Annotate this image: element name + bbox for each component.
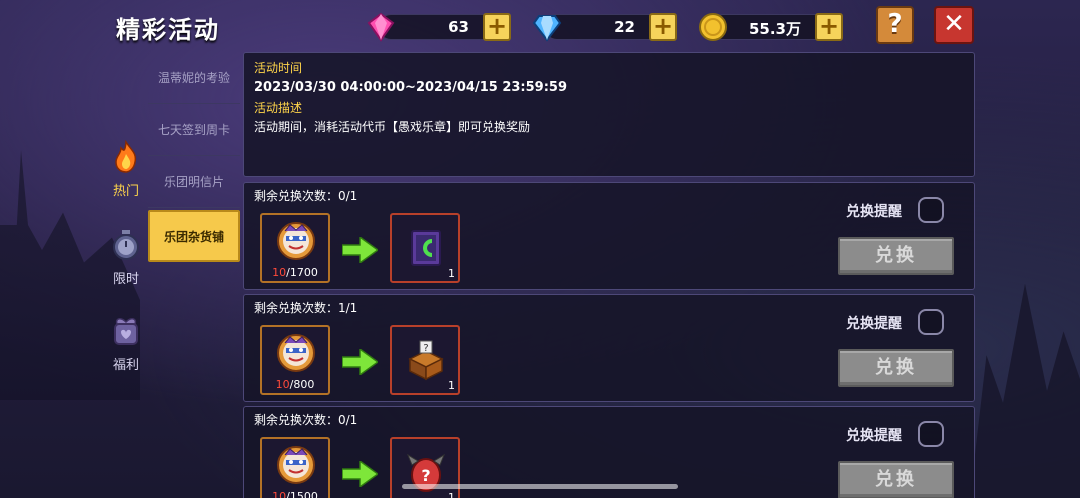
category-limited[interactable]: 限时 (104, 228, 148, 287)
close-button[interactable]: ✕ (934, 6, 974, 44)
gems-counter: 63 + (367, 12, 511, 42)
cost-count: 10/1500 (262, 490, 328, 498)
required-amount: /800 (289, 378, 315, 391)
add-gold-button[interactable]: + (815, 13, 843, 41)
activity-desc-heading: 活动描述 (254, 101, 303, 115)
remaining-count: 剩余兑换次数：1/1 (254, 301, 358, 315)
exchange-remind-label: 兑换提醒 (846, 316, 902, 332)
exchange-button[interactable]: 兑换 (838, 349, 954, 387)
jester-token-icon (277, 334, 315, 372)
add-gems-button[interactable]: + (483, 13, 511, 41)
activity-info-panel: 活动时间 2023/03/30 04:00:00~2023/04/15 23:5… (243, 52, 975, 177)
green-book-icon (411, 230, 441, 266)
home-indicator[interactable] (402, 484, 678, 489)
exchange-button[interactable]: 兑换 (838, 461, 954, 498)
cost-count: 10/800 (262, 378, 328, 391)
subtab-seven-day-card[interactable]: 七天签到周卡 (148, 104, 240, 156)
svg-text:?: ? (423, 343, 428, 354)
subtab-band-postcard[interactable]: 乐团明信片 (148, 156, 240, 208)
category-welfare[interactable]: 福利 (104, 314, 148, 373)
activity-time-value: 2023/03/30 04:00:00~2023/04/15 23:59:59 (254, 80, 568, 95)
gold-coin-icon (699, 13, 727, 41)
exchange-button[interactable]: 兑换 (838, 237, 954, 275)
help-button[interactable]: ? (876, 6, 914, 44)
page-title: 精彩活动 (116, 16, 220, 44)
category-welfare-label: 福利 (112, 358, 139, 373)
subtab-undine-trial[interactable]: 温蒂妮的考验 (148, 52, 240, 104)
add-diamonds-button[interactable]: + (649, 13, 677, 41)
category-hot[interactable]: 热门 (104, 139, 148, 199)
stopwatch-icon (113, 230, 139, 260)
owned-amount: 10 (275, 378, 290, 391)
cost-slot[interactable]: 10/800 (260, 325, 330, 395)
exchange-remind-checkbox[interactable] (918, 309, 944, 335)
blue-diamond-icon (532, 15, 562, 42)
pink-gem-icon (367, 12, 395, 42)
reward-quantity: 1 (448, 267, 455, 280)
remaining-count: 剩余兑换次数：0/1 (254, 189, 358, 203)
reward-slot[interactable]: 1 (390, 213, 460, 283)
exchange-card-1: 剩余兑换次数：0/1 10/1700 1 兑换提醒 兑换 (243, 182, 975, 290)
activity-time-heading: 活动时间 (254, 61, 303, 75)
activity-desc-value: 活动期间，消耗活动代币【愚戏乐章】即可兑换奖励 (254, 120, 531, 134)
exchange-remind-checkbox[interactable] (918, 197, 944, 223)
cost-slot[interactable]: 10/1500 (260, 437, 330, 498)
gems-amount: 63 (448, 18, 469, 36)
subtab-band-store[interactable]: 乐团杂货铺 (148, 210, 240, 262)
required-amount: /1700 (286, 266, 318, 279)
gold-amount: 55.3万 (748, 20, 801, 38)
required-amount: /1500 (286, 490, 318, 498)
reward-quantity: 1 (448, 379, 455, 392)
mystery-chest-icon: ? (408, 340, 444, 381)
reward-quantity: 1 (448, 491, 455, 498)
background-trees (970, 283, 1080, 498)
arrow-right-icon (342, 349, 378, 375)
jester-token-icon (277, 222, 315, 260)
exchange-remind-checkbox[interactable] (918, 421, 944, 447)
diamonds-counter: 22 + (532, 13, 677, 42)
arrow-right-icon (342, 237, 378, 263)
cost-slot[interactable]: 10/1700 (260, 213, 330, 283)
gold-counter: 55.3万 + (699, 13, 843, 41)
cost-count: 10/1700 (262, 266, 328, 279)
category-limited-label: 限时 (112, 272, 139, 287)
exchange-card-2: 剩余兑换次数：1/1 10/800 ? 1 兑换提醒 兑换 (243, 294, 975, 402)
owned-amount: 10 (272, 266, 287, 279)
svg-text:?: ? (421, 466, 430, 485)
jester-token-icon (277, 446, 315, 484)
reward-slot[interactable]: ? 1 (390, 325, 460, 395)
exchange-remind-label: 兑换提醒 (846, 428, 902, 444)
arrow-right-icon (342, 461, 378, 487)
diamonds-amount: 22 (614, 18, 635, 36)
fire-icon (115, 139, 137, 173)
subtab-list: 温蒂妮的考验 七天签到周卡 乐团明信片 乐团杂货铺 (148, 52, 240, 262)
remaining-count: 剩余兑换次数：0/1 (254, 413, 358, 427)
owned-amount: 10 (272, 490, 287, 498)
exchange-remind-label: 兑换提醒 (846, 204, 902, 220)
category-hot-label: 热门 (112, 184, 139, 199)
gift-bag-icon (114, 318, 138, 345)
